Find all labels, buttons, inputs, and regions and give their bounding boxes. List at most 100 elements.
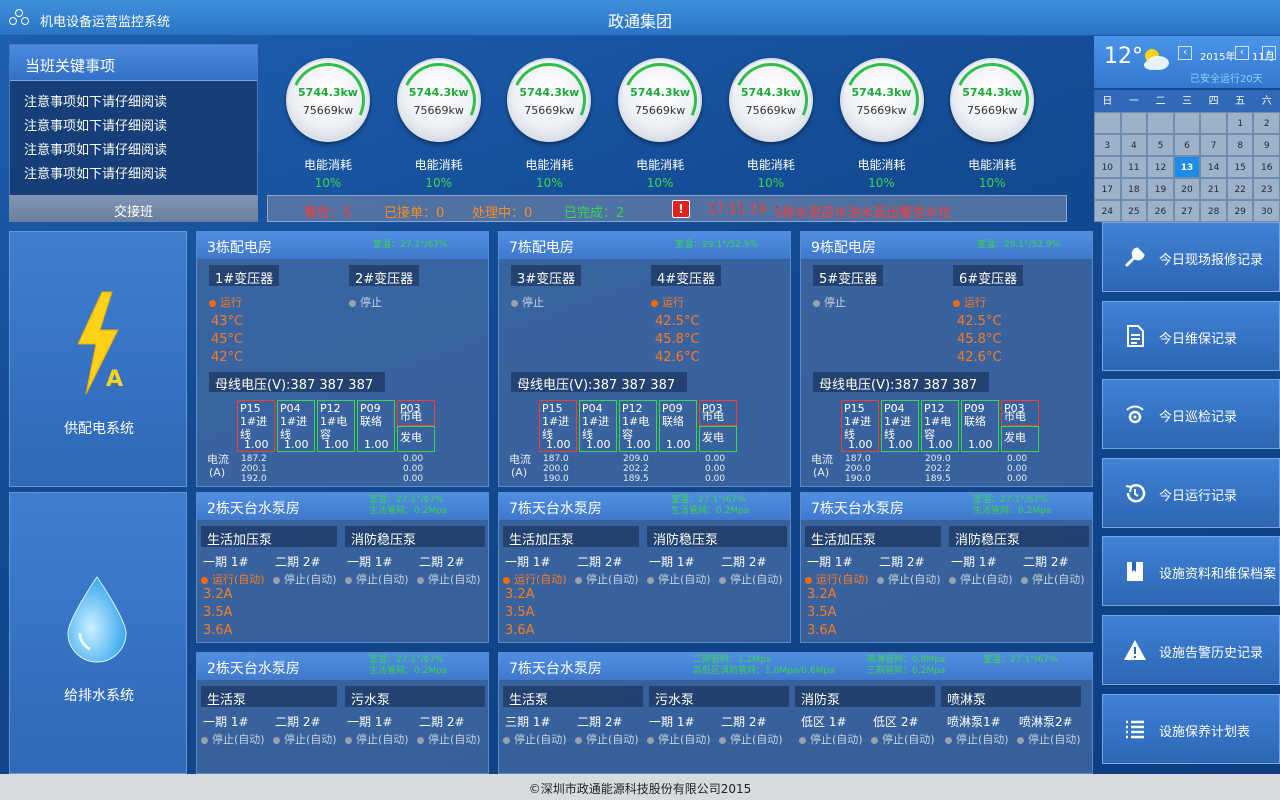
calendar-day[interactable]: 19 [1147,178,1174,200]
calendar-day[interactable]: 15 [1226,156,1254,178]
nav-button[interactable]: 今日现场报修记录 [1102,222,1280,292]
calendar-day[interactable]: 25 [1120,200,1148,222]
energy-gauge[interactable]: 5744.3kw 75669kw 电能消耗 10% [723,52,819,190]
breaker-cell[interactable]: P04 1#进线 1.00 [277,400,315,452]
breaker-cell[interactable]: P09 联络 1.00 [961,400,999,452]
handover-button[interactable]: 交接班 [9,195,258,222]
breaker-cell[interactable]: P12 1#电容 1.00 [317,400,355,452]
calendar-day[interactable]: 14 [1200,156,1227,178]
calendar-day[interactable]: 24 [1094,200,1121,222]
calendar-day[interactable]: 21 [1200,178,1227,200]
calendar-day[interactable]: 10 [1094,156,1121,178]
transformer-1[interactable]: 1#变压器 [209,265,279,287]
breaker-cell[interactable]: P09 联络 1.00 [357,400,395,452]
drain-room-card[interactable]: 2栋天台水泵房 室温：27.1°/67% 生活管网：0.2Mpa 生活泵 污水泵 一期 1… [196,652,489,774]
breaker-cell[interactable]: P12 1#电容 1.00 [619,400,657,452]
nav-button[interactable]: 今日维保记录 [1102,300,1280,371]
nav-button[interactable]: 设施资料和维保档案 [1102,536,1280,607]
transformer-1[interactable]: 3#变压器 [511,265,581,287]
breaker-p03[interactable]: P03 市电 [1001,400,1039,426]
calendar-day[interactable]: 28 [1200,200,1227,222]
breaker-p03[interactable]: P03 市电 [699,400,737,426]
energy-gauge[interactable]: 5744.3kw 75669kw 电能消耗 10% [944,52,1040,190]
pump-group-2[interactable]: 消防稳压泵 [345,526,485,548]
accepted-count[interactable]: 已接单：0 [384,202,444,221]
generator-cell[interactable]: 发电 [699,426,737,452]
generator-cell[interactable]: 发电 [1001,426,1039,452]
energy-gauge[interactable]: 5744.3kw 75669kw 电能消耗 10% [501,52,597,190]
breaker-cell[interactable]: P15 1#进线 1.00 [539,400,577,452]
calendar-day[interactable]: 22 [1226,178,1254,200]
calendar-day[interactable]: 8 [1226,134,1254,156]
transformer-2[interactable]: 4#变压器 [651,265,721,287]
calendar-day[interactable]: 20 [1173,178,1201,200]
breaker-cell[interactable]: P12 1#电容 1.00 [921,400,959,452]
energy-gauge[interactable]: 5744.3kw 75669kw 电能消耗 10% [612,52,708,190]
calendar-day[interactable]: 4 [1120,134,1148,156]
calendar-day[interactable]: 2 [1253,112,1280,134]
calendar-day[interactable]: 11 [1120,156,1148,178]
calendar-day[interactable]: 29 [1226,200,1254,222]
nav-button[interactable]: 设施保养计划表 [1102,693,1280,764]
pump-room-card[interactable]: 2栋天台水泵房 室温：27.1°/67% 生活管网：0.2Mpa 生活加压泵 消防稳压泵… [196,492,489,643]
calendar-day[interactable]: 1 [1226,112,1254,134]
pump-group-2[interactable]: 污水泵 [345,686,485,708]
energy-gauge[interactable]: 5744.3kw 75669kw 电能消耗 10% [391,52,487,190]
pump-group[interactable]: 喷淋泵 [941,686,1081,708]
breaker-cell[interactable]: P09 联络 1.00 [659,400,697,452]
calendar-day[interactable]: 17 [1094,178,1121,200]
pump-group-1[interactable]: 生活加压泵 [503,526,639,548]
pump-group-2[interactable]: 消防稳压泵 [647,526,787,548]
prev-month-button[interactable]: ‹ [1235,46,1249,60]
calendar-day[interactable]: 26 [1147,200,1174,222]
calendar-day[interactable]: 23 [1253,178,1280,200]
calendar-day[interactable]: 6 [1173,134,1201,156]
calendar-day[interactable]: 5 [1147,134,1174,156]
power-room-card[interactable]: 7栋配电房 室温：29.1°/52.9% 3#变压器 4#变压器 停止 运行 42.5°C 4… [498,231,791,487]
pump-group-1[interactable]: 生活加压泵 [201,526,337,548]
pump-group-2[interactable]: 消防稳压泵 [949,526,1089,548]
pump-group-1[interactable]: 生活泵 [201,686,337,708]
warning-count[interactable]: 警告：5 [304,202,351,221]
calendar-day[interactable]: 27 [1173,200,1201,222]
nav-button[interactable]: 今日巡检记录 [1102,379,1280,450]
breaker-cell[interactable]: P15 1#进线 1.00 [237,400,275,452]
energy-gauge[interactable]: 5744.3kw 75669kw 电能消耗 10% [280,52,376,190]
alarm-status-bar[interactable]: 警告：5 已接单：0 处理中：0 已完成：2 ! 17:11:19 5栋水泵房水… [267,195,1067,222]
power-room-card[interactable]: 9栋配电房 室温：29.1°/52.9% 5#变压器 6#变压器 停止 运行 42.5°C 4… [800,231,1093,487]
processing-count[interactable]: 处理中：0 [472,202,532,221]
pump-group[interactable]: 生活泵 [503,686,643,708]
transformer-2[interactable]: 2#变压器 [349,265,419,287]
calendar-day[interactable]: 3 [1094,134,1121,156]
alarm-message[interactable]: 5栋水泵房水池水高出警告水位 [774,202,951,221]
pump-room-card[interactable]: 7栋天台水泵房 室温：27.1°/67% 生活管网：0.2Mpa 生活加压泵 消防稳压泵… [800,492,1093,643]
calendar-day[interactable]: 30 [1253,200,1280,222]
breaker-cell[interactable]: P04 1#进线 1.00 [579,400,617,452]
power-system-tile[interactable]: A 供配电系统 [9,231,187,487]
energy-gauge[interactable]: 5744.3kw 75669kw 电能消耗 10% [834,52,929,190]
calendar-day[interactable]: 13 [1173,156,1201,178]
pump-group-1[interactable]: 生活加压泵 [805,526,941,548]
pump-group[interactable]: 消防泵 [795,686,935,708]
breaker-cell[interactable]: P15 1#进线 1.00 [841,400,879,452]
next-month-button[interactable]: › [1262,46,1276,60]
prev-year-button[interactable]: ‹ [1178,46,1192,60]
calendar-day[interactable]: 7 [1200,134,1227,156]
completed-count[interactable]: 已完成：2 [564,202,624,221]
generator-cell[interactable]: 发电 [397,426,435,452]
notice-item[interactable]: 注意事项如下请仔细阅读 [24,139,257,163]
notice-item[interactable]: 注意事项如下请仔细阅读 [24,163,257,187]
notice-item[interactable]: 注意事项如下请仔细阅读 [24,91,257,115]
calendar-day[interactable]: 9 [1253,134,1280,156]
nav-button[interactable]: 今日运行记录 [1102,457,1280,528]
pump-group[interactable]: 污水泵 [649,686,789,708]
breaker-cell[interactable]: P04 1#进线 1.00 [881,400,919,452]
power-room-card[interactable]: 3栋配电房 室温：27.1°/67% 1#变压器 2#变压器 运行 停止 43°C 45°C 4… [196,231,489,487]
calendar-day[interactable]: 12 [1147,156,1174,178]
calendar-day[interactable]: 18 [1120,178,1148,200]
calendar-day[interactable]: 16 [1253,156,1280,178]
drain-room-card[interactable]: 7栋天台水泵房 二期管网：1.2Mpa 高低区消防管网：1.0Mpa/0.6Mpa 喷… [498,652,1093,774]
transformer-1[interactable]: 5#变压器 [813,265,883,287]
nav-button[interactable]: 设施告警历史记录 [1102,615,1280,685]
transformer-2[interactable]: 6#变压器 [953,265,1023,287]
